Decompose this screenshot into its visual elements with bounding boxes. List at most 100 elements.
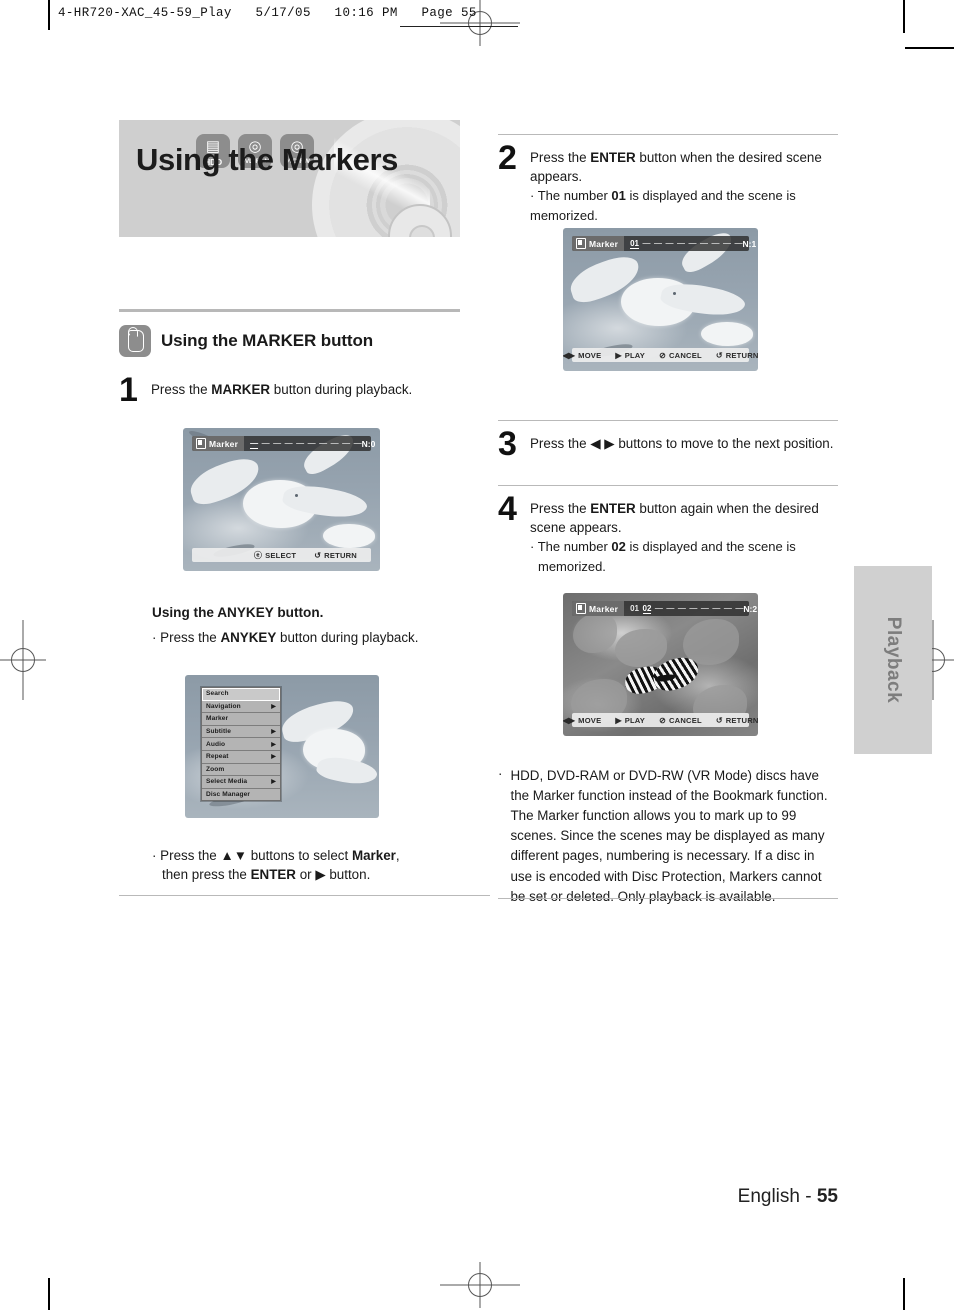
anykey-item-subtitle[interactable]: Subtitle ▶ [202,726,280,739]
step-1-text: Press the MARKER button during playback. [151,382,413,397]
osd-marker-bar-3: Marker 01 02 — — — — — — — — N:2 [572,601,757,616]
butterfly-wing [650,653,702,695]
anykey-item-repeat[interactable]: Repeat ▶ [202,751,280,764]
marker-slot[interactable]: — [319,439,327,448]
anykey-item-search[interactable]: Search [202,688,280,701]
hand-press-icon [119,325,151,357]
step-4-text: Press the ENTER button again when the de… [530,501,819,574]
marker-slot[interactable]: — [712,604,720,613]
right-column-bottom-rule [498,898,838,899]
marker-slot[interactable]: — [700,239,708,248]
osd-action-move[interactable]: ◀▶ MOVE [563,351,601,360]
marker-slot[interactable]: — [655,604,663,613]
bird-secondary [323,524,375,548]
bird-eye [295,494,298,497]
anykey-item-disc-manager[interactable]: Disc Manager [202,789,280,801]
marker-slot[interactable]: — [724,604,732,613]
step-4: 4 Press the ENTER button again when the … [498,492,838,577]
butterfly [623,653,702,699]
move-arrows-icon: ◀▶ [563,715,576,725]
marker-slot[interactable]: — [308,439,316,448]
note-text: HDD, DVD-RAM or DVD-RW (VR Mode) discs h… [510,768,828,904]
marker-slot[interactable]: — [331,439,339,448]
osd-action-cancel[interactable]: ⊘ CANCEL [659,716,702,725]
osd-action-return[interactable]: ↺ RETURN [314,551,357,560]
right-rule-after-step3 [498,485,838,486]
osd-marker-title: Marker [589,603,619,614]
anykey-item-zoom[interactable]: Zoom [202,764,280,777]
anykey-item-audio[interactable]: Audio ▶ [202,738,280,751]
step-2-number: 2 [498,139,517,177]
anykey-item-select-media[interactable]: Select Media ▶ [202,776,280,789]
chevron-right-icon: ▶ [271,741,276,748]
anykey-section: Using the ANYKEY button. · Press the ANY… [152,605,472,647]
osd-footer-bar-3: ◀▶ MOVE ▶ PLAY ⊘ CANCEL ↺ RETURN [563,713,758,727]
marker-slot[interactable]: — [250,439,259,449]
marker-slot[interactable]: — [735,604,743,613]
marker-slot[interactable]: — [654,239,662,248]
cancel-icon: ⊘ [659,715,666,725]
marker-slot-filled[interactable]: 01 [630,239,639,249]
marker-slot[interactable]: — [689,604,697,613]
marker-slot[interactable]: — [712,239,720,248]
marker-slot[interactable]: — [285,439,293,448]
osd-marker-title: Marker [589,238,619,249]
note-bullet: · [498,766,503,781]
step-2-text: Press the ENTER button when the desired … [530,150,822,223]
marker-slot[interactable]: — [273,439,281,448]
osd-marker-slots-2: 01 — — — — — — — — — [624,239,743,249]
anykey-item-navigation[interactable]: Navigation ▶ [202,701,280,714]
right-rule-top [498,134,838,135]
osd-marker-bar-2: Marker 01 — — — — — — — — — N:1 [572,236,756,251]
marker-slot[interactable]: — [701,604,709,613]
marker-slot[interactable]: — [666,604,674,613]
marker-slot[interactable]: — [354,439,362,448]
marker-slot[interactable]: — [666,239,674,248]
marker-slot[interactable]: — [643,239,651,248]
marker-slot-filled[interactable]: 02 [642,604,652,614]
marker-slot[interactable]: — [342,439,350,448]
return-icon: ↺ [314,550,322,560]
step-2: 2 Press the ENTER button when the desire… [498,139,838,226]
osd-screenshot-2: Marker 01 — — — — — — — — — N:1 ◀▶ MOVE ▶… [563,228,758,371]
marker-slot-filled[interactable]: 01 [630,604,639,613]
play-icon: ▶ [615,350,622,360]
marker-slot[interactable]: — [677,239,685,248]
osd-screenshot-3: Marker 01 02 — — — — — — — — N:2 ◀▶ MOVE … [563,593,758,736]
chevron-right-icon: ▶ [271,729,276,736]
osd-action-play[interactable]: ▶ PLAY [615,716,645,725]
bird-secondary [701,322,753,346]
osd-action-cancel[interactable]: ⊘ CANCEL [659,351,702,360]
anykey-item-marker[interactable]: Marker [202,713,280,726]
marker-icon [196,438,206,449]
anykey-menu[interactable]: Search Navigation ▶ Marker Subtitle ▶ Audi… [201,687,281,802]
osd-marker-counter: N:2 [743,603,758,614]
footer-page-number: 55 [816,1186,838,1207]
right-rule-after-step2 [498,420,838,421]
osd-action-move[interactable]: ◀▶ MOVE [563,716,601,725]
osd-action-select[interactable]: ⓔ SELECT [254,550,296,561]
footer-language: English - [737,1186,817,1207]
marker-slot[interactable]: — [678,604,686,613]
marker-slot[interactable]: — [689,239,697,248]
anykey-followup-text: · Press the ▲▼ buttons to select Marker,… [152,848,400,883]
section-divider [119,309,460,312]
step-1-number: 1 [119,371,138,409]
chevron-right-icon: ▶ [271,754,276,761]
anykey-bullet: · Press the ANYKEY button during playbac… [152,630,419,645]
marker-slot[interactable]: — [723,239,731,248]
marker-slot[interactable]: — [262,439,270,448]
osd-marker-slots-1: — — — — — — — — — — [244,439,362,449]
osd-marker-slots-3: 01 02 — — — — — — — — [624,604,743,614]
step-1: 1 Press the MARKER button during playbac… [119,371,460,409]
osd-action-return[interactable]: ↺ RETURN [716,716,758,725]
marker-icon [576,603,586,614]
osd-action-return[interactable]: ↺ RETURN [716,351,758,360]
chevron-right-icon: ▶ [271,703,276,710]
marker-slot[interactable]: — [735,239,743,248]
step-3-text: Press the ◀ ▶ buttons to move to the nex… [530,436,834,451]
osd-action-play[interactable]: ▶ PLAY [615,351,645,360]
page-content: Using the Markers ▤ HDD ◎ DVD-RAM ◎ DVD-… [0,0,954,1310]
osd-marker-bar-1: Marker — — — — — — — — — — N:0 [192,436,375,451]
marker-slot[interactable]: — [296,439,304,448]
